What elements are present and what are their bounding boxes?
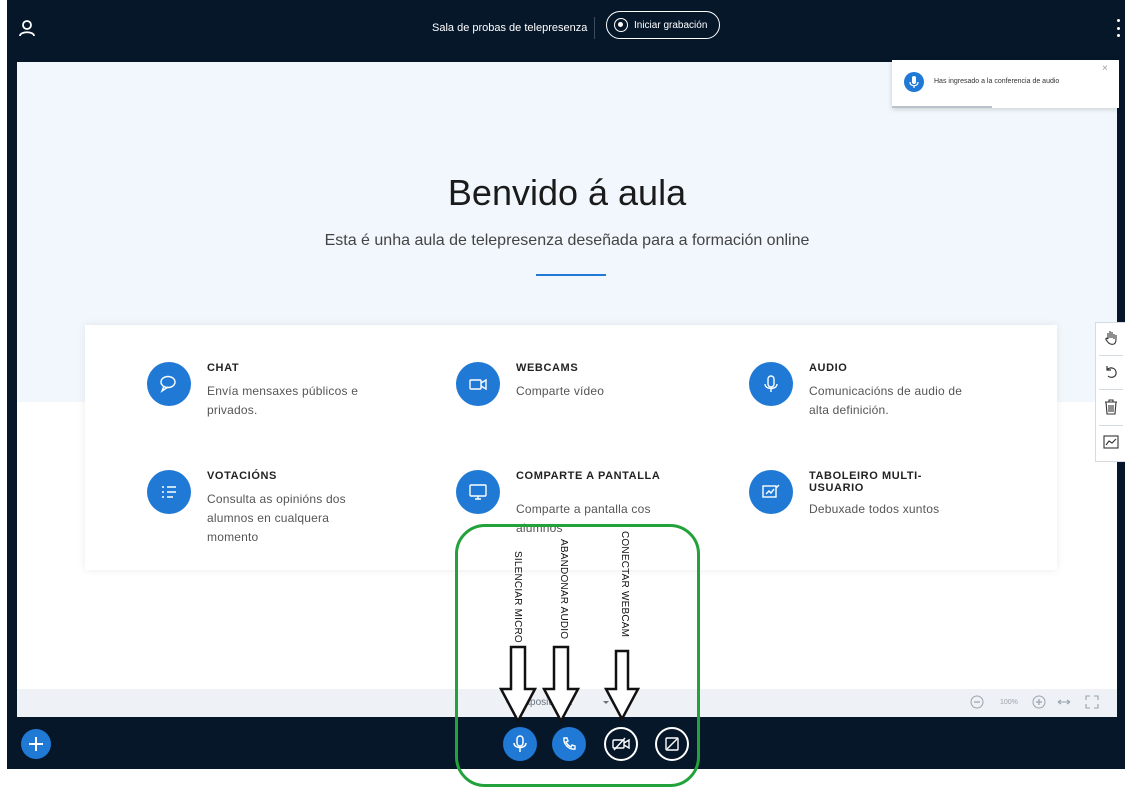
feature-title: COMPARTE A PANTALLA	[516, 470, 661, 482]
user-list-icon[interactable]	[17, 18, 37, 38]
annotation-connect-webcam: CONECTAR WEBCAM	[619, 531, 630, 638]
microphone-icon	[904, 72, 924, 92]
feature-description: Consulta as opinións dos alumnos en cual…	[207, 492, 346, 544]
divider	[594, 17, 595, 39]
chat-icon	[147, 362, 191, 406]
feature-description: Comunicacións de audio de alta definició…	[809, 384, 963, 417]
start-recording-button[interactable]: Iniciar grabación	[606, 11, 720, 39]
microphone-icon	[749, 362, 793, 406]
audio-joined-notification: Has ingresado a la conferencia de audio …	[892, 60, 1119, 108]
feature-description: Comparte vídeo	[516, 384, 605, 398]
feature-title: AUDIO	[809, 362, 848, 374]
start-recording-label: Iniciar grabación	[634, 19, 708, 31]
fit-width-icon[interactable]	[1057, 695, 1071, 709]
whiteboard-icon	[749, 470, 793, 514]
feature-title: VOTACIÓNS	[207, 470, 277, 482]
top-bar: Sala de probas de telepresenza Iniciar g…	[7, 0, 1125, 62]
zoom-in-icon[interactable]	[1032, 695, 1046, 709]
undo-icon[interactable]	[1100, 360, 1122, 384]
actions-plus-button[interactable]	[21, 729, 51, 759]
feature-title: CHAT	[207, 362, 240, 374]
notification-timer-bar	[892, 106, 992, 108]
notification-message: Has ingresado a la conferencia de audio	[934, 78, 1060, 85]
title-underline	[536, 274, 606, 276]
feature-title: TABOLEIRO MULTI-USUARIO	[809, 470, 923, 494]
hand-tool-icon[interactable]	[1100, 326, 1122, 350]
conference-app: Sala de probas de telepresenza Iniciar g…	[0, 0, 1129, 789]
record-icon	[614, 18, 628, 32]
feature-title: WEBCAMS	[516, 362, 579, 374]
divider	[1099, 355, 1123, 356]
divider	[1099, 389, 1123, 390]
multi-user-whiteboard-icon[interactable]	[1100, 430, 1122, 454]
zoom-level: 100%	[1000, 699, 1018, 706]
fullscreen-icon[interactable]	[1085, 695, 1099, 709]
down-arrow-icon	[603, 649, 641, 722]
slide-subtitle: Esta é unha aula de telepresenza deseñad…	[324, 232, 810, 249]
annotation-leave-audio: ABANDONAR AUDIO	[558, 539, 569, 640]
annotation-mute-mic: SILENCIAR MICRO	[512, 551, 523, 643]
whiteboard-toolbar	[1095, 322, 1125, 462]
webcam-icon	[456, 362, 500, 406]
frame-left	[7, 62, 17, 717]
options-menu-icon[interactable]	[1112, 17, 1124, 39]
room-title: Sala de probas de telepresenza	[432, 22, 588, 34]
feature-description: Envía mensaxes públicos e privados.	[207, 384, 359, 417]
screen-share-icon	[456, 470, 500, 514]
slide-title: Benvido á aula	[447, 172, 687, 213]
poll-icon	[147, 470, 191, 514]
trash-icon[interactable]	[1100, 395, 1122, 419]
zoom-out-icon[interactable]	[970, 695, 984, 709]
divider	[1099, 425, 1123, 426]
down-arrow-icon	[541, 645, 581, 724]
feature-description: Debuxade todos xuntos	[809, 502, 940, 516]
close-icon[interactable]: ×	[1102, 63, 1108, 74]
